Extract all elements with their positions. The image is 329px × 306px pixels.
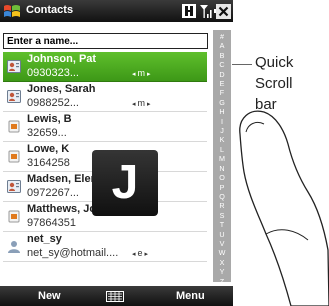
contact-name: Lewis, B: [27, 113, 72, 125]
quick-scroll-letter[interactable]: Q: [213, 192, 231, 201]
quick-scroll-letter[interactable]: V: [213, 239, 231, 248]
contact-name: Matthews, Jo: [27, 203, 97, 215]
contact-type-indicator[interactable]: ◂m▸: [130, 98, 153, 108]
contact-name: Jones, Sarah: [27, 83, 96, 95]
phone-screen: Contacts Enter a name... Johnson, Pat 093…: [0, 0, 233, 306]
contact-name: Johnson, Pat: [27, 53, 97, 65]
quick-scroll-letter[interactable]: E: [213, 79, 231, 88]
contact-detail: 0988252...: [27, 97, 79, 109]
quick-scroll-letter[interactable]: R: [213, 201, 231, 210]
letter-popup: J: [92, 150, 158, 216]
quick-scroll-letter[interactable]: Z: [213, 277, 231, 286]
contact-detail: 97864351: [27, 217, 76, 229]
contact-card-icon: [7, 180, 21, 193]
connectivity-icon[interactable]: [181, 3, 197, 19]
contact-type-indicator[interactable]: ◂m▸: [130, 68, 153, 78]
contact-type-indicator[interactable]: ◂ e ▸: [130, 248, 150, 258]
callout-line-2: Scroll: [255, 75, 293, 92]
arrow-right-icon: ▸: [144, 251, 149, 258]
signal-icon[interactable]: [199, 3, 213, 19]
sim-contact-icon: [8, 120, 20, 133]
callout-line-1: Quick: [255, 54, 294, 71]
contact-detail: net_sy@hotmail....: [27, 247, 119, 259]
sim-contact-icon: [8, 210, 20, 223]
quick-scroll-letter[interactable]: G: [213, 98, 231, 107]
contact-type-letter: m: [137, 68, 146, 78]
quick-scroll-letter[interactable]: S: [213, 211, 231, 220]
app-title: Contacts: [26, 4, 74, 16]
quick-scroll-letter[interactable]: Y: [213, 267, 231, 276]
quick-scroll-letter[interactable]: C: [213, 60, 231, 69]
contact-card-icon: [7, 60, 21, 73]
contact-row[interactable]: Johnson, Pat 0930323... ◂ m ▸: [3, 52, 207, 82]
contact-detail: 0930323...: [27, 67, 79, 79]
quick-scroll-letter[interactable]: W: [213, 248, 231, 257]
arrow-right-icon: ▸: [147, 71, 151, 78]
quick-scroll-letter[interactable]: #: [213, 32, 231, 41]
quick-scroll-letter[interactable]: D: [213, 70, 231, 79]
contact-name: Madsen, Elen: [27, 173, 98, 185]
callout-line: [232, 64, 252, 65]
quick-scroll-letter[interactable]: U: [213, 230, 231, 239]
contact-row[interactable]: Jones, Sarah 0988252... ◂ m ▸: [3, 82, 207, 112]
contact-row[interactable]: net_sy net_sy@hotmail.... ◂ e ▸: [3, 232, 207, 262]
quick-scroll-thumb[interactable]: [213, 108, 231, 188]
windows-flag-icon[interactable]: [3, 2, 21, 20]
quick-scroll-letter[interactable]: X: [213, 258, 231, 267]
sim-contact-icon: [8, 150, 20, 163]
contact-card-icon: [7, 90, 21, 103]
softkey-bar: New Menu: [0, 286, 233, 306]
title-bar: Contacts: [0, 0, 233, 22]
contact-detail: 3164258: [27, 157, 70, 169]
contact-name: net_sy: [27, 233, 62, 245]
person-icon: [8, 241, 20, 253]
contact-detail: 0972267...: [27, 187, 79, 199]
arrow-left-icon: ◂: [132, 101, 136, 108]
new-softkey[interactable]: New: [38, 290, 61, 302]
arrow-right-icon: ▸: [147, 101, 151, 108]
contact-row[interactable]: Lewis, B 32659...: [3, 112, 207, 142]
quick-scroll-bar[interactable]: # A B C D E F G H I J K L M N O P Q R S T U V W X Y Z: [213, 30, 231, 286]
quick-scroll-letter[interactable]: F: [213, 88, 231, 97]
contact-detail: 32659...: [27, 127, 67, 139]
quick-scroll-letter[interactable]: B: [213, 51, 231, 60]
contact-type-letter: e: [137, 248, 143, 258]
contact-name: Lowe, K: [27, 143, 70, 155]
arrow-left-icon: ◂: [132, 71, 136, 78]
arrow-left-icon: ◂: [132, 251, 136, 258]
menu-softkey[interactable]: Menu: [176, 290, 205, 302]
quick-scroll-letter[interactable]: T: [213, 220, 231, 229]
quick-scroll-letter[interactable]: A: [213, 41, 231, 50]
contact-type-letter: m: [137, 98, 146, 108]
search-input[interactable]: Enter a name...: [3, 33, 208, 49]
keyboard-icon[interactable]: [106, 291, 124, 302]
finger-illustration: [239, 110, 329, 306]
close-icon[interactable]: [216, 4, 231, 19]
